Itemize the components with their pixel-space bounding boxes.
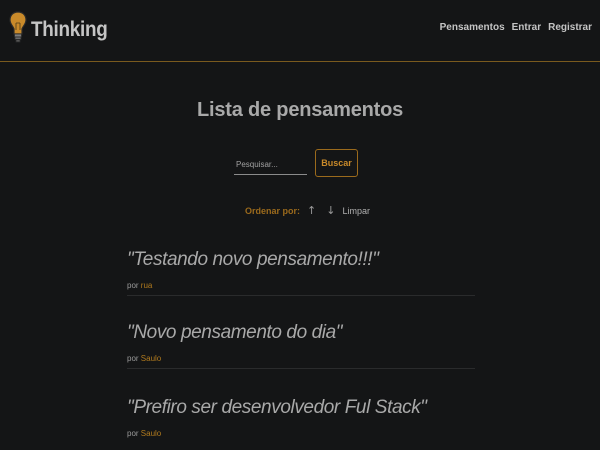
order-controls: Ordenar por: ↑ ↓ Limpar	[245, 205, 370, 216]
search-form: Buscar	[234, 149, 358, 177]
navbar: Thinking Pensamentos Entrar Registrar	[0, 0, 600, 62]
thought-card: "Prefiro ser desenvolvedor Ful Stack" po…	[127, 397, 475, 438]
author-prefix: por	[127, 354, 139, 363]
divider	[127, 295, 475, 296]
author-prefix: por	[127, 429, 139, 438]
sort-ascending-icon[interactable]: ↑	[307, 205, 316, 216]
nav-links: Pensamentos Entrar Registrar	[440, 22, 592, 33]
order-label: Ordenar por:	[245, 205, 301, 216]
author-link[interactable]: Saulo	[141, 354, 161, 363]
brand-name: Thinking	[31, 18, 108, 41]
thought-author: por rua	[127, 281, 475, 290]
thought-quote: "Testando novo pensamento!!!"	[127, 249, 379, 270]
page-title: Lista de pensamentos	[196, 99, 404, 121]
brand-logo[interactable]: Thinking	[8, 10, 116, 44]
thought-quote: "Prefiro ser desenvolvedor Ful Stack"	[127, 397, 427, 418]
thought-card: "Novo pensamento do dia" por Saulo	[127, 322, 475, 369]
author-link[interactable]: rua	[141, 281, 153, 290]
author-prefix: por	[127, 281, 139, 290]
search-input[interactable]	[234, 149, 307, 175]
thought-quote: "Novo pensamento do dia"	[127, 322, 343, 343]
page: Thinking Pensamentos Entrar Registrar Li…	[0, 0, 600, 450]
thought-author: por Saulo	[127, 354, 475, 363]
thought-card: "Testando novo pensamento!!!" por rua	[127, 249, 475, 296]
nav-entrar[interactable]: Entrar	[512, 22, 541, 33]
nav-pensamentos[interactable]: Pensamentos	[440, 22, 505, 33]
sort-descending-icon[interactable]: ↓	[326, 205, 335, 216]
search-button[interactable]: Buscar	[315, 149, 358, 177]
thought-author: por Saulo	[127, 429, 475, 438]
clear-order-link[interactable]: Limpar	[342, 206, 370, 216]
divider	[127, 368, 475, 369]
nav-registrar[interactable]: Registrar	[548, 22, 592, 33]
author-link[interactable]: Saulo	[141, 429, 161, 438]
lightbulb-icon	[9, 11, 27, 43]
